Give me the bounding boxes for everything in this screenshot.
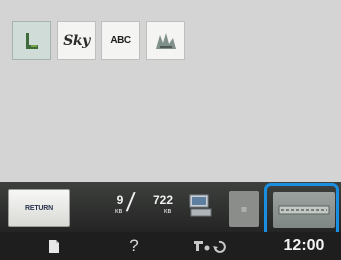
clock-time: 12:00	[283, 237, 325, 254]
block-font-label: ABC	[110, 35, 131, 46]
settings-button[interactable]	[184, 232, 242, 260]
help-icon: ?	[129, 236, 139, 255]
machine-settings-icon	[194, 240, 226, 253]
disabled-function-button[interactable]: ▦	[229, 191, 259, 227]
stitch-select-button[interactable]	[273, 192, 335, 228]
script-font-button[interactable]: Sky	[57, 21, 96, 60]
memory-total-value: 722	[152, 193, 174, 207]
clock-display: 12:00	[272, 232, 336, 260]
embroidery-pattern-button[interactable]	[12, 21, 51, 60]
script-font-label: Sky	[63, 32, 90, 49]
embroidery-pattern-icon	[25, 32, 38, 49]
help-button[interactable]: ?	[114, 232, 154, 260]
block-font-button[interactable]: ABC	[101, 21, 140, 60]
small-pattern-icon	[155, 32, 176, 49]
return-label: RETURN	[25, 204, 53, 212]
memory-used-unit: KB	[115, 209, 123, 215]
data-transfer-icon	[189, 194, 212, 217]
page-icon	[49, 239, 59, 253]
memory-used-value: 9	[116, 193, 124, 207]
data-transfer-button[interactable]	[188, 193, 212, 219]
memory-total-unit: KB	[164, 209, 172, 215]
disabled-function-icon: ▦	[241, 206, 247, 213]
page-button[interactable]	[34, 232, 74, 260]
return-button[interactable]: RETURN	[8, 189, 70, 227]
small-pattern-button[interactable]	[146, 21, 185, 60]
stitch-line-icon	[278, 205, 330, 215]
